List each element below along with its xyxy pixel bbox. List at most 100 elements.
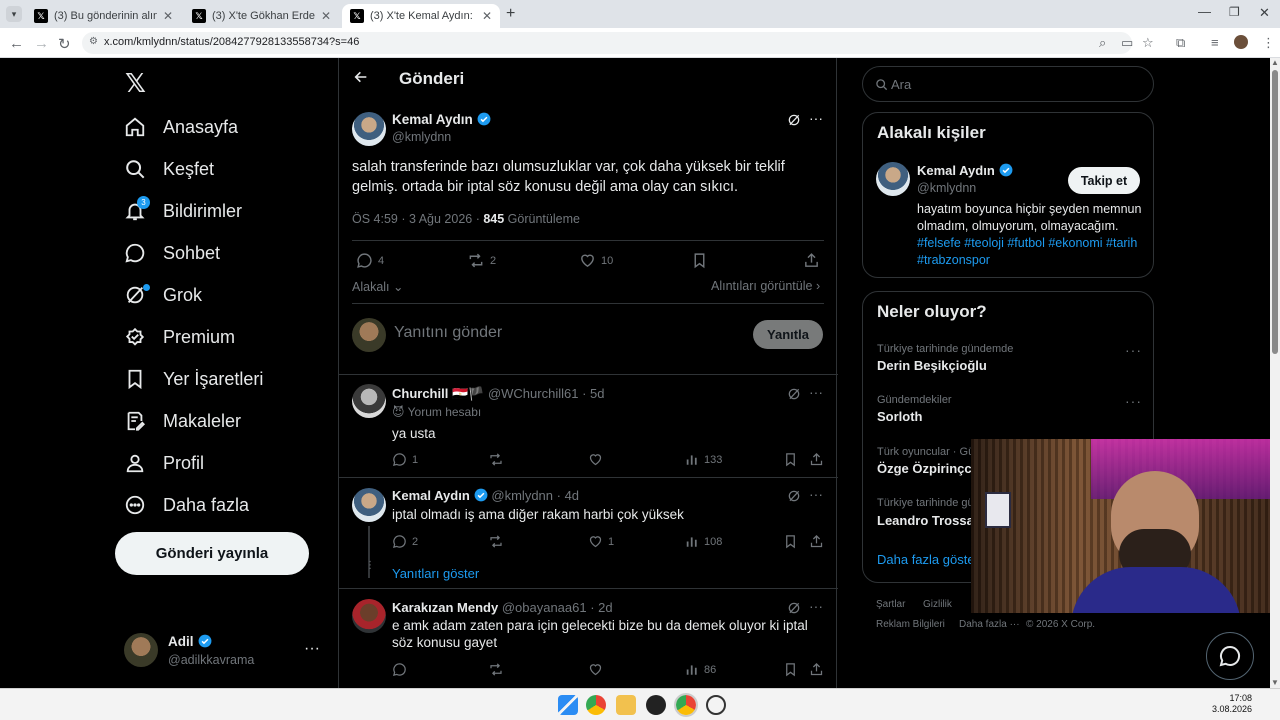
bookmark-icon[interactable]: [783, 534, 798, 549]
more-options-icon[interactable]: ···: [809, 598, 823, 614]
post-button[interactable]: Gönderi yayınla: [115, 532, 309, 575]
tab-list-chevron-icon[interactable]: ▾: [6, 6, 22, 22]
avatar[interactable]: [352, 384, 386, 418]
avatar[interactable]: [352, 488, 386, 522]
author-name[interactable]: Kemal Aydın: [392, 488, 470, 503]
repost-icon[interactable]: [488, 534, 504, 549]
avatar[interactable]: [352, 599, 386, 633]
more-options-icon[interactable]: ···: [809, 110, 823, 126]
follow-button[interactable]: Takip et: [1068, 167, 1140, 194]
show-more-link[interactable]: Daha fazla göste: [877, 552, 975, 567]
more-options-icon[interactable]: ···: [1125, 342, 1142, 358]
author-handle[interactable]: @WChurchill61 · 5d: [488, 386, 605, 401]
chrome-icon[interactable]: [674, 693, 698, 717]
like-action[interactable]: 1: [588, 534, 614, 549]
author-name[interactable]: Churchill 🇪🇬🏴: [392, 386, 484, 401]
close-tab-icon[interactable]: ✕: [321, 9, 331, 23]
nav-item-premium[interactable]: Premium: [124, 326, 235, 348]
back-arrow-icon[interactable]: ←: [9, 35, 24, 52]
x-logo-icon[interactable]: 𝕏: [125, 68, 146, 99]
chrome-icon[interactable]: [586, 695, 606, 715]
reload-icon[interactable]: ↻: [58, 35, 71, 53]
share-icon[interactable]: [809, 534, 824, 549]
views-action[interactable]: 133: [685, 452, 722, 467]
author-handle[interactable]: @obayanaa61 · 2d: [502, 600, 613, 615]
browser-tab[interactable]: 𝕏 (3) Bu gönderinin alıntılamaları ✕: [26, 4, 181, 28]
maximize-button[interactable]: ❐: [1229, 5, 1240, 19]
clock[interactable]: 17:08 3.08.2026: [1206, 693, 1252, 715]
bookmark-icon[interactable]: [691, 252, 708, 269]
more-options-icon[interactable]: ···: [809, 486, 823, 502]
search-input[interactable]: Ara: [862, 66, 1154, 102]
author-name[interactable]: Kemal Aydın: [917, 163, 995, 178]
trend-name[interactable]: Özge Özpirinçci: [877, 461, 975, 476]
like-action[interactable]: 10: [579, 252, 613, 269]
minimize-button[interactable]: —: [1198, 4, 1211, 19]
nav-item-grok[interactable]: Grok: [124, 284, 202, 306]
media-app-icon[interactable]: [646, 695, 666, 715]
close-window-button[interactable]: ✕: [1259, 5, 1270, 21]
footer-link[interactable]: Gizlilik: [923, 599, 952, 610]
browser-tab[interactable]: 𝕏 (3) X'te Gökhan Erdem: "benim ✕: [184, 4, 339, 28]
nav-item-articles[interactable]: Makaleler: [124, 410, 241, 432]
author-name[interactable]: Kemal Aydın: [392, 112, 473, 127]
show-replies-link[interactable]: Yanıtları göster: [392, 566, 479, 581]
trend-name[interactable]: Sorloth: [877, 409, 923, 424]
nav-item-more[interactable]: Daha fazla: [124, 494, 249, 516]
nav-item-explore[interactable]: Keşfet: [124, 158, 214, 180]
trend-name[interactable]: Derin Beşikçioğlu: [877, 358, 987, 373]
repost-icon[interactable]: [488, 452, 504, 467]
zoom-icon[interactable]: ⌕: [1099, 35, 1106, 51]
bookmark-icon[interactable]: [783, 662, 798, 677]
scroll-down-arrow-icon[interactable]: ▼: [1271, 678, 1279, 687]
nav-item-profile[interactable]: Profil: [124, 452, 204, 474]
avatar[interactable]: [876, 162, 910, 196]
reply-action[interactable]: 1: [392, 452, 418, 467]
browser-tab-active[interactable]: 𝕏 (3) X'te Kemal Aydın: "salah tra ✕: [342, 4, 500, 28]
sort-dropdown[interactable]: Alakalı ⌄: [352, 279, 404, 294]
account-switcher[interactable]: Adil @adilkkavrama ···: [124, 632, 324, 672]
trend-name[interactable]: Leandro Trossar: [877, 513, 979, 528]
file-explorer-icon[interactable]: [616, 695, 636, 715]
reply-input[interactable]: Yanıtını gönder: [394, 324, 734, 342]
close-tab-icon[interactable]: ✕: [482, 9, 492, 23]
views-action[interactable]: 108: [685, 534, 722, 549]
reply-button[interactable]: Yanıtla: [753, 320, 823, 349]
windows-start-icon[interactable]: [558, 695, 578, 715]
bookmark-icon[interactable]: [783, 452, 798, 467]
new-tab-button[interactable]: +: [506, 5, 515, 23]
view-quotes-link[interactable]: Alıntıları görüntüle ›: [711, 279, 820, 293]
message-fab[interactable]: [1206, 632, 1254, 680]
site-info-icon[interactable]: ⚙: [89, 36, 98, 47]
profile-avatar-icon[interactable]: [1234, 35, 1248, 49]
author-handle[interactable]: @kmlydnn · 4d: [491, 488, 579, 503]
close-tab-icon[interactable]: ✕: [163, 9, 173, 23]
footer-link[interactable]: Şartlar: [876, 599, 905, 610]
scrollbar-thumb[interactable]: [1272, 70, 1278, 354]
share-icon[interactable]: [809, 662, 824, 677]
repost-icon[interactable]: [488, 662, 504, 677]
reading-list-icon[interactable]: ≡: [1211, 35, 1219, 50]
more-options-icon[interactable]: ···: [809, 384, 823, 400]
hashtags[interactable]: #felsefe #teoloji #futbol #ekonomi #tari…: [917, 236, 1137, 267]
bookmark-star-icon[interactable]: ☆: [1142, 35, 1154, 51]
views-action[interactable]: 86: [685, 662, 716, 677]
nav-item-home[interactable]: Anasayfa: [124, 116, 238, 138]
nav-item-chat[interactable]: Sohbet: [124, 242, 220, 264]
repost-action[interactable]: 2: [467, 252, 496, 269]
cast-icon[interactable]: ▭: [1121, 35, 1133, 51]
heart-icon[interactable]: [588, 662, 603, 677]
browser-menu-icon[interactable]: ⋮: [1262, 35, 1275, 51]
scrollbar[interactable]: ▲ ▼: [1270, 58, 1280, 688]
reply-icon[interactable]: [392, 662, 407, 677]
author-name[interactable]: Karakızan Mendy: [392, 600, 498, 615]
forward-arrow-icon[interactable]: →: [34, 35, 49, 52]
back-arrow-icon[interactable]: [353, 69, 369, 90]
more-options-icon[interactable]: ···: [1125, 393, 1142, 409]
footer-link[interactable]: Daha fazla ···: [959, 619, 1020, 630]
nav-item-bookmarks[interactable]: Yer İşaretleri: [124, 368, 263, 390]
grok-icon[interactable]: [706, 695, 726, 715]
heart-icon[interactable]: [588, 452, 603, 467]
url-field[interactable]: ⚙ x.com/kmlydnn/status/20842779281335587…: [82, 32, 1132, 54]
reply-action[interactable]: 4: [356, 252, 384, 269]
